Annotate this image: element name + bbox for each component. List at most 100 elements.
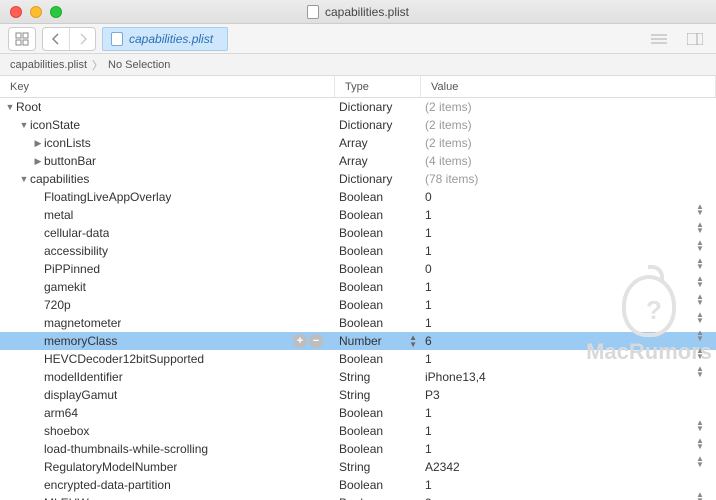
- value-cell[interactable]: 1▲▼: [421, 352, 716, 366]
- table-row[interactable]: ▼RootDictionary(2 items): [0, 98, 716, 116]
- column-header-type[interactable]: Type: [335, 76, 421, 97]
- value-cell[interactable]: 0▲▼: [421, 262, 716, 276]
- key-cell[interactable]: ▶PiPPinned: [0, 262, 335, 276]
- table-row[interactable]: ▶shoeboxBoolean1▲▼: [0, 422, 716, 440]
- sidebar-toggle-button[interactable]: [682, 28, 708, 50]
- key-cell[interactable]: ▶buttonBar: [0, 154, 335, 168]
- type-cell[interactable]: Dictionary: [335, 172, 421, 186]
- table-row[interactable]: ▶load-thumbnails-while-scrollingBoolean1…: [0, 440, 716, 458]
- key-cell[interactable]: ▼Root: [0, 100, 335, 114]
- forward-button[interactable]: [69, 28, 95, 50]
- type-cell[interactable]: Array: [335, 136, 421, 150]
- key-cell[interactable]: ▶accessibility: [0, 244, 335, 258]
- disclosure-triangle-icon[interactable]: ▶: [32, 156, 44, 167]
- add-row-button[interactable]: +: [293, 334, 307, 348]
- table-row[interactable]: ▶iconListsArray(2 items): [0, 134, 716, 152]
- value-cell[interactable]: 1▲▼: [421, 406, 716, 420]
- value-cell[interactable]: 1▲▼: [421, 226, 716, 240]
- key-cell[interactable]: ▶memoryClass+−: [0, 334, 335, 348]
- key-cell[interactable]: ▼iconState: [0, 118, 335, 132]
- value-cell[interactable]: (2 items): [421, 100, 716, 114]
- type-cell[interactable]: Boolean: [335, 316, 421, 330]
- table-row[interactable]: ▶arm64Boolean1▲▼: [0, 404, 716, 422]
- value-cell[interactable]: (2 items): [421, 136, 716, 150]
- key-cell[interactable]: ▶gamekit: [0, 280, 335, 294]
- type-cell[interactable]: Boolean: [335, 244, 421, 258]
- table-row[interactable]: ▶FloatingLiveAppOverlayBoolean0▲▼: [0, 188, 716, 206]
- value-cell[interactable]: 1▲▼: [421, 280, 716, 294]
- type-cell[interactable]: Boolean: [335, 406, 421, 420]
- table-row[interactable]: ▼iconStateDictionary(2 items): [0, 116, 716, 134]
- table-row[interactable]: ▶cellular-dataBoolean1▲▼: [0, 224, 716, 242]
- type-cell[interactable]: String: [335, 370, 421, 384]
- value-cell[interactable]: 0▲▼: [421, 190, 716, 204]
- table-row[interactable]: ▶magnetometerBoolean1▲▼: [0, 314, 716, 332]
- disclosure-triangle-icon[interactable]: ▼: [18, 120, 30, 130]
- type-cell[interactable]: Boolean: [335, 496, 421, 500]
- value-cell[interactable]: 1▲▼: [421, 442, 716, 456]
- table-row[interactable]: ▶accessibilityBoolean1▲▼: [0, 242, 716, 260]
- table-row[interactable]: ▶encrypted-data-partitionBoolean1▲▼: [0, 476, 716, 494]
- type-cell[interactable]: Boolean: [335, 262, 421, 276]
- key-cell[interactable]: ▶shoebox: [0, 424, 335, 438]
- type-cell[interactable]: Boolean: [335, 208, 421, 222]
- column-header-key[interactable]: Key: [0, 76, 335, 97]
- table-row[interactable]: ▶memoryClass+−Number▲▼6▲▼: [0, 332, 716, 350]
- type-dropdown-icon[interactable]: ▲▼: [409, 334, 417, 348]
- type-cell[interactable]: Array: [335, 154, 421, 168]
- column-header-value[interactable]: Value: [421, 76, 716, 97]
- close-window-button[interactable]: [10, 6, 22, 18]
- zoom-window-button[interactable]: [50, 6, 62, 18]
- key-cell[interactable]: ▼capabilities: [0, 172, 335, 186]
- minimize-window-button[interactable]: [30, 6, 42, 18]
- list-view-button[interactable]: [646, 28, 672, 50]
- table-row[interactable]: ▶720pBoolean1▲▼: [0, 296, 716, 314]
- key-cell[interactable]: ▶HEVCDecoder12bitSupported: [0, 352, 335, 366]
- key-cell[interactable]: ▶cellular-data: [0, 226, 335, 240]
- key-cell[interactable]: ▶displayGamut: [0, 388, 335, 402]
- file-tab[interactable]: capabilities.plist: [102, 27, 228, 51]
- value-cell[interactable]: (4 items): [421, 154, 716, 168]
- type-cell[interactable]: Number▲▼: [335, 334, 421, 348]
- value-cell[interactable]: 1▲▼: [421, 298, 716, 312]
- type-cell[interactable]: Boolean: [335, 478, 421, 492]
- type-cell[interactable]: Boolean: [335, 424, 421, 438]
- value-cell[interactable]: 1▲▼: [421, 244, 716, 258]
- table-row[interactable]: ▼capabilitiesDictionary(78 items): [0, 170, 716, 188]
- grid-view-button[interactable]: [9, 28, 35, 50]
- type-cell[interactable]: Boolean: [335, 442, 421, 456]
- key-cell[interactable]: ▶encrypted-data-partition: [0, 478, 335, 492]
- remove-row-button[interactable]: −: [309, 334, 323, 348]
- breadcrumb-file[interactable]: capabilities.plist: [10, 59, 87, 71]
- table-row[interactable]: ▶HEVCDecoder12bitSupportedBoolean1▲▼: [0, 350, 716, 368]
- disclosure-triangle-icon[interactable]: ▼: [18, 174, 30, 184]
- table-row[interactable]: ▶metalBoolean1▲▼: [0, 206, 716, 224]
- type-cell[interactable]: Boolean: [335, 226, 421, 240]
- table-row[interactable]: ▶PiPPinnedBoolean0▲▼: [0, 260, 716, 278]
- key-cell[interactable]: ▶FloatingLiveAppOverlay: [0, 190, 335, 204]
- value-cell[interactable]: (78 items): [421, 172, 716, 186]
- type-cell[interactable]: Boolean: [335, 298, 421, 312]
- key-cell[interactable]: ▶MLEHW: [0, 496, 335, 500]
- value-cell[interactable]: 1▲▼: [421, 424, 716, 438]
- key-cell[interactable]: ▶arm64: [0, 406, 335, 420]
- value-cell[interactable]: 1▲▼: [421, 208, 716, 222]
- value-cell[interactable]: 1▲▼: [421, 478, 716, 492]
- value-cell[interactable]: 6▲▼: [421, 334, 716, 348]
- key-cell[interactable]: ▶iconLists: [0, 136, 335, 150]
- key-cell[interactable]: ▶720p: [0, 298, 335, 312]
- back-button[interactable]: [43, 28, 69, 50]
- type-cell[interactable]: String: [335, 388, 421, 402]
- type-cell[interactable]: Dictionary: [335, 118, 421, 132]
- table-row[interactable]: ▶gamekitBoolean1▲▼: [0, 278, 716, 296]
- table-row[interactable]: ▶buttonBarArray(4 items): [0, 152, 716, 170]
- type-cell[interactable]: Dictionary: [335, 100, 421, 114]
- value-cell[interactable]: A2342: [421, 460, 716, 474]
- value-cell[interactable]: iPhone13,4: [421, 370, 716, 384]
- table-row[interactable]: ▶RegulatoryModelNumberStringA2342: [0, 458, 716, 476]
- type-cell[interactable]: Boolean: [335, 190, 421, 204]
- value-cell[interactable]: 1▲▼: [421, 316, 716, 330]
- key-cell[interactable]: ▶magnetometer: [0, 316, 335, 330]
- key-cell[interactable]: ▶modelIdentifier: [0, 370, 335, 384]
- key-cell[interactable]: ▶metal: [0, 208, 335, 222]
